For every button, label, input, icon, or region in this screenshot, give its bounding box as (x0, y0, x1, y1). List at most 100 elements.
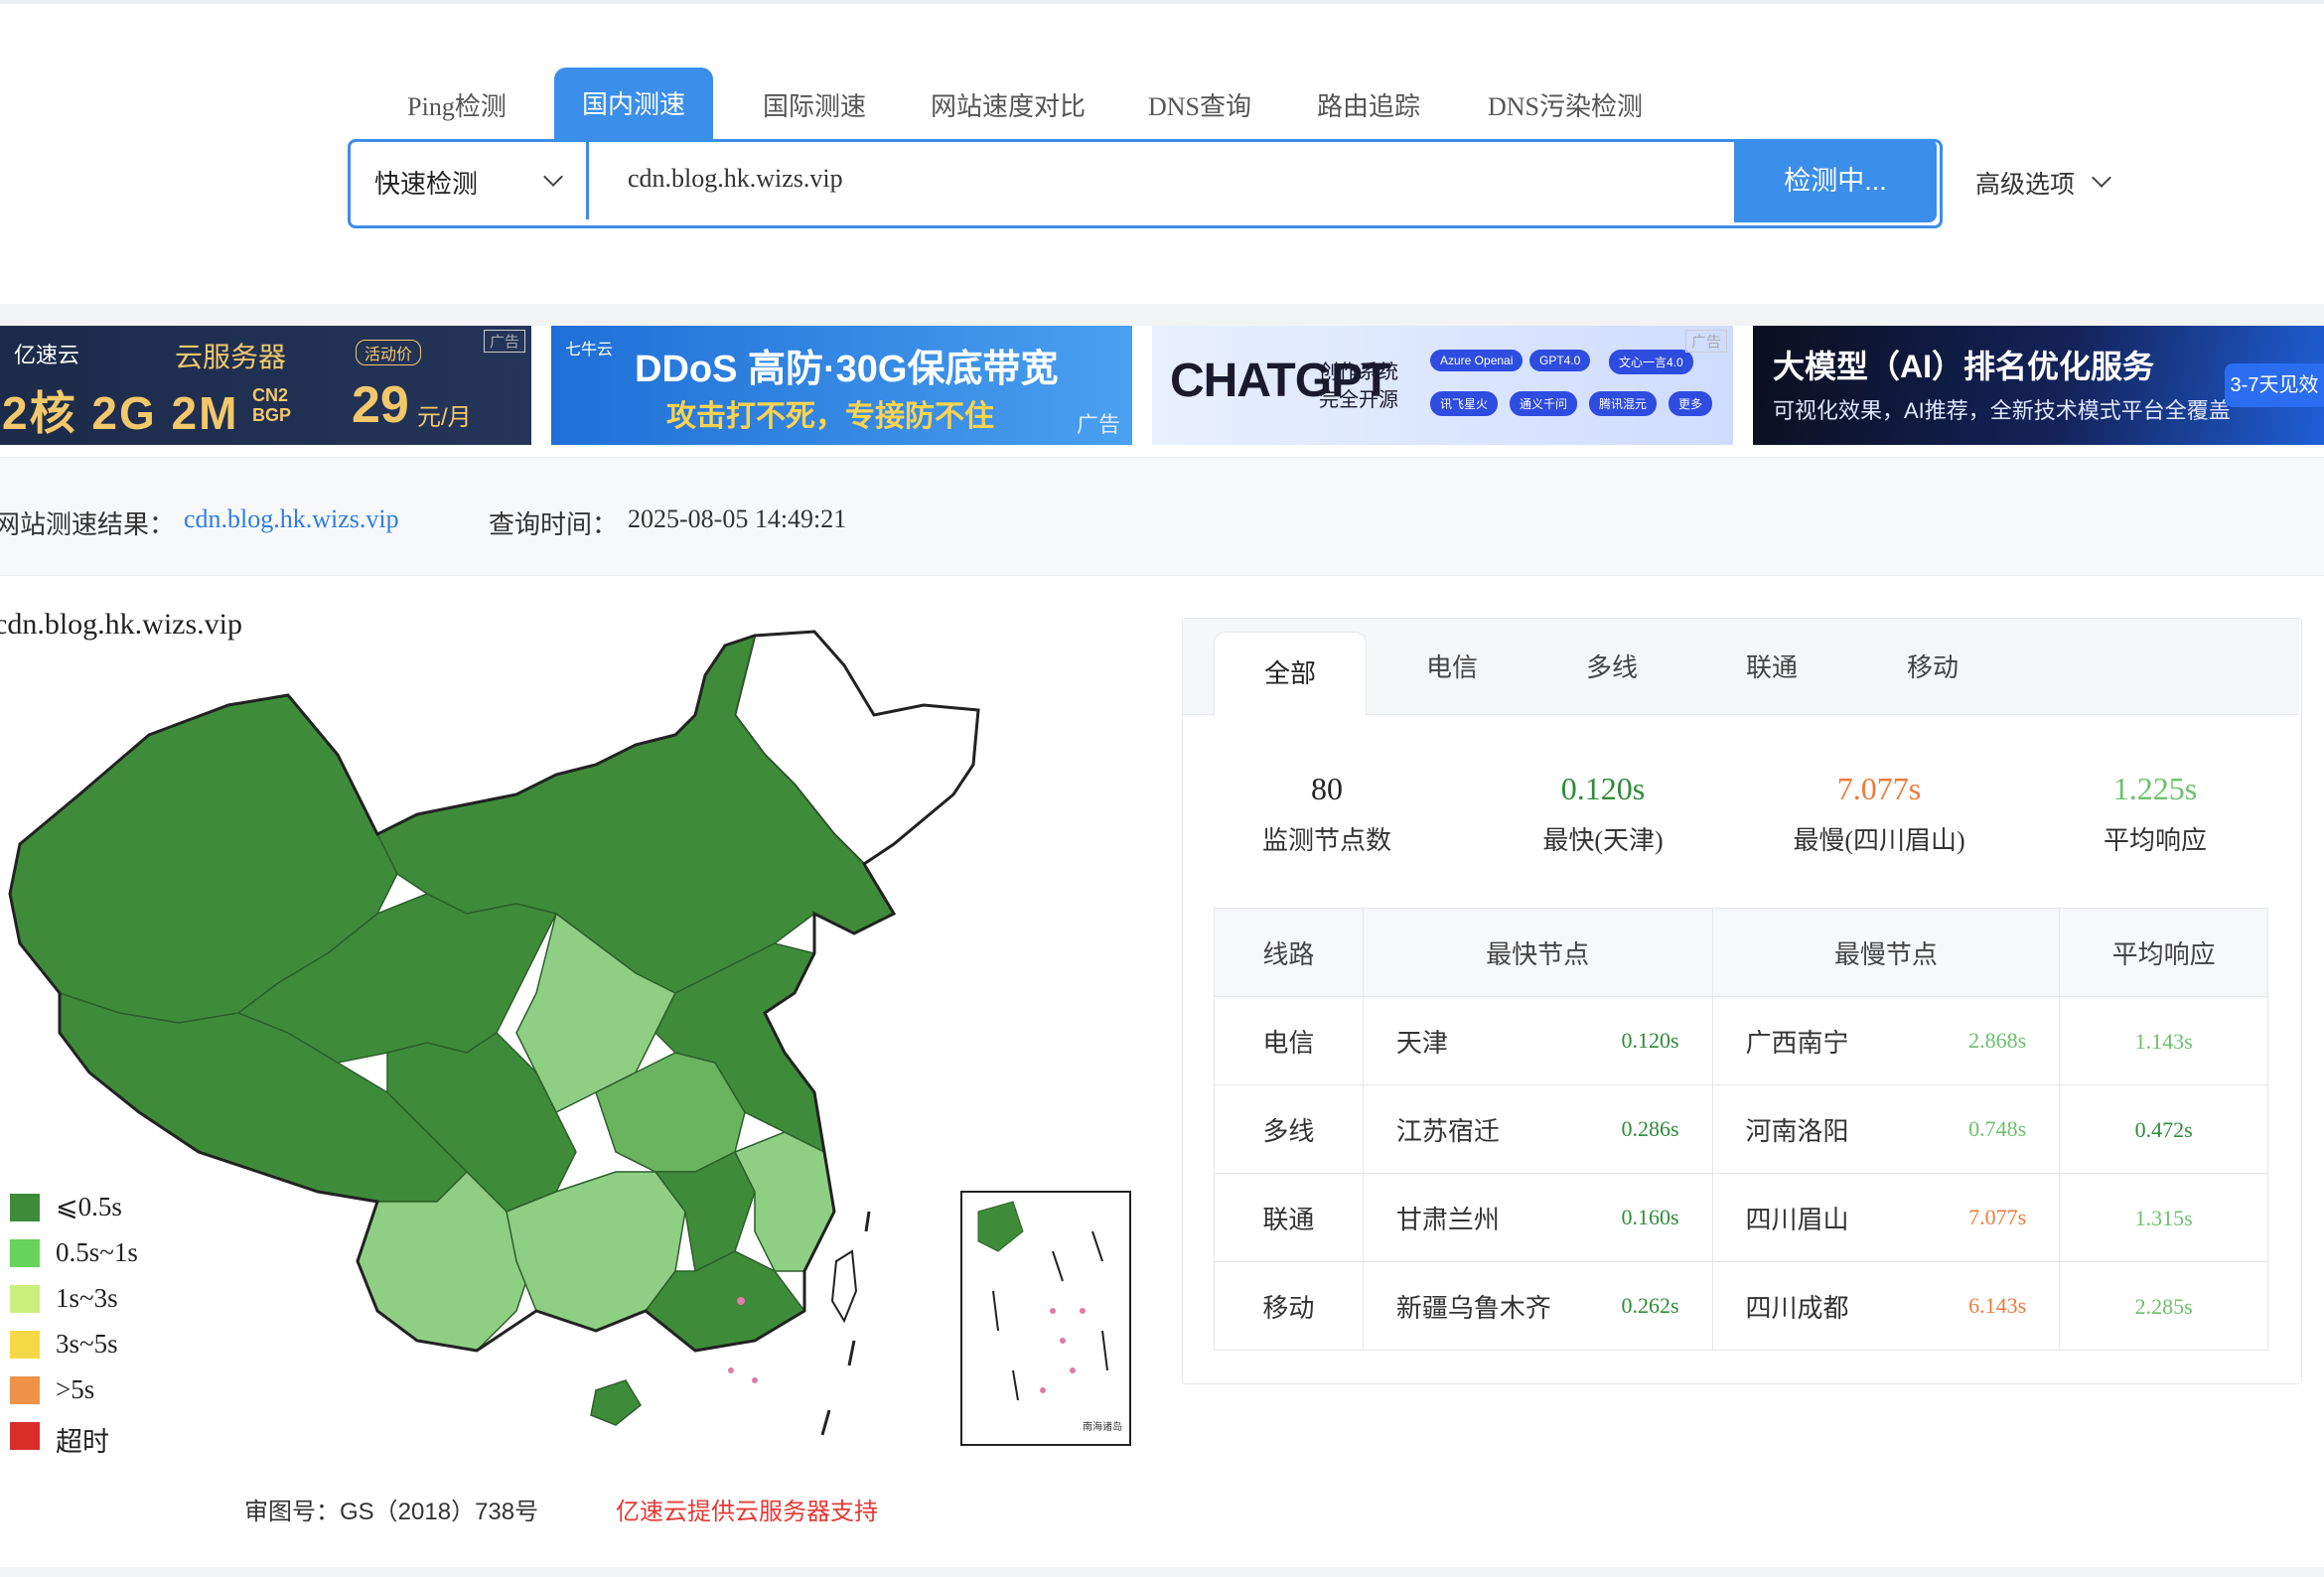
result-domain-link[interactable]: cdn.blog.hk.wizs.vip (184, 504, 399, 534)
map-approval-number: 审图号：GS（2018）738号 (244, 1499, 539, 1525)
detect-button[interactable]: 检测中... (1734, 139, 1937, 222)
slowest-time: 2.868s (1968, 1028, 2027, 1053)
legend-swatch (10, 1194, 40, 1221)
tab-dns-pollution[interactable]: DNS污染检测 (1476, 79, 1655, 135)
table-row: 电信 天津 0.120s 广西南宁 2.868s 1.143s (1214, 996, 2268, 1085)
table-header-row: 线路 最快节点 最慢节点 平均响应 (1214, 908, 2268, 997)
legend-label: 3s~5s (56, 1329, 118, 1359)
slowest-time: 7.077s (1968, 1205, 2027, 1229)
legend-label: 超时 (56, 1427, 109, 1457)
query-time-label: 查询时间： (489, 510, 619, 539)
slowest-cell: 广西南宁 2.868s (1711, 996, 2061, 1085)
stat-average-label: 平均响应 (2103, 826, 2207, 855)
col-header-average: 平均响应 (2059, 908, 2268, 997)
average-value: 1.315s (2134, 1206, 2193, 1230)
legend-swatch (10, 1331, 40, 1359)
advanced-options[interactable]: 高级选项 (1975, 165, 2111, 201)
ad-pill: GPT4.0 (1529, 350, 1591, 371)
tab-site-compare[interactable]: 网站速度对比 (924, 79, 1092, 135)
col-header-line: 线路 (1214, 908, 1364, 997)
mode-select-label: 快速检测 (374, 169, 479, 199)
ad-pill: 更多 (1669, 391, 1713, 416)
result-label: 网站测速结果： (0, 510, 176, 539)
stat-slowest: 7.077s (1836, 771, 1922, 806)
china-map: 南海诸岛 (8, 630, 1131, 1446)
url-input[interactable]: cdn.blog.hk.wizs.vip (628, 164, 843, 194)
ad-pill: 文心一言4.0 (1609, 350, 1693, 374)
line-name: 联通 (1214, 1173, 1364, 1262)
legend-swatch (10, 1422, 40, 1450)
ad-spec: 2核 2G 2M (2, 387, 239, 439)
ad-banner-ai-ranking[interactable]: 大模型（AI）排名优化服务 可视化效果，AI推荐，全新技术模式平台全覆盖 3-7… (1753, 326, 2324, 445)
separator (0, 304, 2324, 326)
slowest-node: 广西南宁 (1745, 1028, 1849, 1058)
legend-label: ⩽0.5s (56, 1192, 122, 1221)
tab-telecom[interactable]: 电信 (1392, 647, 1512, 684)
tab-dns-query[interactable]: DNS查询 (1140, 79, 1259, 135)
average-time: 2.285s (2059, 1261, 2268, 1351)
slowest-time: 0.748s (1968, 1116, 2027, 1141)
bottom-border (0, 1567, 2324, 1577)
tab-traceroute[interactable]: 路由追踪 (1309, 79, 1428, 135)
col-header-slowest: 最慢节点 (1711, 908, 2061, 997)
slowest-time: 6.143s (1968, 1293, 2027, 1318)
average-time: 0.472s (2059, 1084, 2268, 1174)
tab-mobile[interactable]: 移动 (1873, 647, 1992, 684)
ad-banner-qiniu[interactable]: 七牛云 DDoS 高防·30G保底带宽 攻击打不死，专接防不住 广告 (551, 326, 1132, 445)
ad-tag: 广告 (1076, 412, 1120, 437)
top-border (0, 0, 2324, 4)
slowest-node: 四川眉山 (1745, 1205, 1849, 1234)
sponsor-link[interactable]: 亿速云提供云服务器支持 (616, 1492, 878, 1526)
advanced-options-label: 高级选项 (1975, 171, 2076, 199)
ad-product: 云服务器 (175, 342, 287, 372)
slowest-node: 河南洛阳 (1745, 1116, 1849, 1146)
average-value: 2.285s (2134, 1294, 2193, 1319)
ad-pill: 讯飞星火 (1430, 391, 1499, 416)
legend-label: 1s~3s (56, 1283, 118, 1313)
fastest-time: 0.160s (1621, 1205, 1679, 1229)
tab-multiline[interactable]: 多线 (1552, 647, 1671, 684)
ad-pill: 腾讯混元 (1589, 391, 1658, 416)
ad-price: 29 (352, 376, 409, 434)
table-row: 多线 江苏宿迁 0.286s 河南洛阳 0.748s 0.472s (1214, 1084, 2268, 1174)
ad-pill: 通义千问 (1510, 391, 1578, 416)
stat-node-count: 80 (1311, 771, 1343, 806)
line-name: 多线 (1214, 1084, 1364, 1174)
fastest-cell: 江苏宿迁 0.286s (1362, 1084, 1713, 1174)
table-row: 移动 新疆乌鲁木齐 0.262s 四川成都 6.143s 2.285s (1214, 1261, 2268, 1351)
average-value: 0.472s (2134, 1117, 2193, 1142)
ad-line1: 创作系统 (1319, 361, 1398, 383)
legend-swatch (10, 1239, 40, 1267)
tab-all[interactable]: 全部 (1214, 632, 1367, 716)
ad-tag: 广告 (1684, 330, 1727, 353)
fastest-time: 0.286s (1621, 1116, 1679, 1141)
ad-banner-chatgpt[interactable]: CHATGPT 创作系统 完全开源 Azure Openai GPT4.0 文心… (1152, 326, 1733, 445)
slowest-cell: 四川眉山 7.077s (1711, 1173, 2061, 1262)
ad-title: 大模型（AI）排名优化服务 (1773, 349, 2155, 384)
fastest-time: 0.120s (1621, 1028, 1679, 1053)
tab-ping[interactable]: Ping检测 (392, 79, 521, 135)
carrier-table: 线路 最快节点 最慢节点 平均响应 电信 天津 0.120s 广西南宁 2.868s… (1214, 908, 2268, 1351)
average-time: 1.315s (2059, 1173, 2268, 1262)
ad-banner-yisu[interactable]: 亿速云 云服务器 活动价 2核 2G 2M CN2 BGP 29 元/月 广告 (0, 326, 531, 445)
fastest-time: 0.262s (1621, 1293, 1679, 1318)
fastest-node: 天津 (1395, 1028, 1448, 1058)
ad-badge: 活动价 (356, 340, 422, 365)
inset-label: 南海诸岛 (1083, 1420, 1122, 1433)
fastest-node: 甘肃兰州 (1395, 1205, 1500, 1234)
fastest-cell: 新疆乌鲁木齐 0.262s (1362, 1261, 1713, 1351)
line-name: 电信 (1214, 996, 1364, 1085)
mode-select[interactable]: 快速检测 (351, 142, 589, 219)
stat-node-count-label: 监测节点数 (1261, 826, 1391, 855)
tab-international-speed[interactable]: 国际测速 (755, 79, 874, 135)
stat-fastest: 0.120s (1560, 771, 1646, 806)
tab-domestic-speed[interactable]: 国内测速 (554, 68, 713, 139)
chevron-down-icon (543, 167, 563, 187)
slowest-cell: 四川成都 6.143s (1711, 1261, 2061, 1351)
legend-swatch (10, 1285, 40, 1313)
legend-label: >5s (56, 1374, 95, 1404)
legend-swatch (10, 1376, 40, 1404)
stat-average: 1.225s (2112, 771, 2198, 806)
ad-badge: 3-7天见效 (2225, 363, 2324, 407)
tab-unicom[interactable]: 联通 (1712, 647, 1831, 684)
